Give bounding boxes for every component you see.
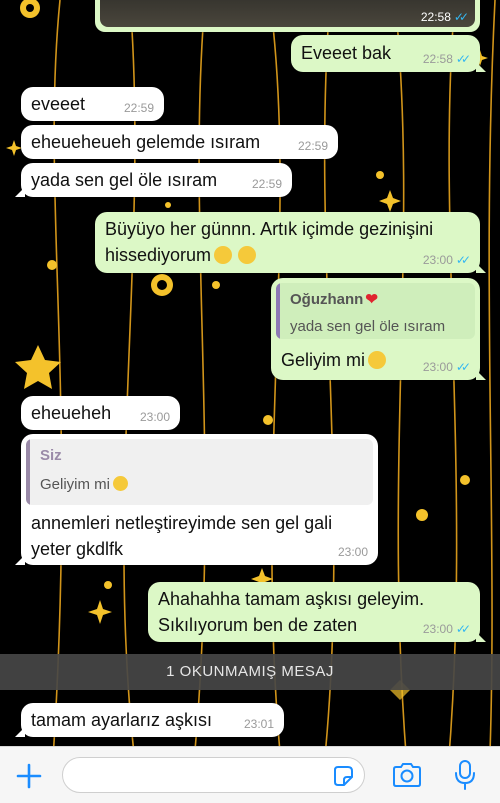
relieved-face-emoji [214, 246, 233, 264]
camera-icon[interactable] [390, 760, 424, 790]
message-meta: 22:58 ✓✓ [420, 10, 469, 24]
message-text: yada sen gel öle ısıram [31, 170, 218, 190]
message-text: Büyüyo her günnn. Artık içimde gezinişin… [105, 216, 433, 268]
quote-text: Geliyim mi [40, 476, 361, 493]
message-time: 22:59 [123, 101, 154, 115]
incoming-reply-message[interactable]: Siz Geliyim mi annemleri netleştireyimde… [15, 434, 378, 565]
message-time: 23:00 [337, 545, 368, 559]
image-thumbnail[interactable] [100, 0, 475, 27]
message-time: 23:00 [422, 253, 453, 267]
incoming-message[interactable]: eheueheh 23:00 [21, 396, 180, 430]
incoming-message[interactable]: eveeet 22:59 [21, 87, 164, 121]
message-time: 22:58 [420, 10, 451, 24]
quote-bar [276, 283, 280, 339]
incoming-message[interactable]: tamam ayarlarız aşkısı 23:01 [15, 703, 284, 737]
message-meta: 22:58 ✓✓ [422, 52, 471, 66]
message-time: 23:00 [422, 360, 453, 374]
message-meta: 23:00 ✓✓ [422, 622, 471, 636]
message-meta: 22:59 [252, 177, 282, 191]
microphone-icon[interactable] [450, 758, 480, 792]
slightly-frowning-face-emoji [113, 476, 128, 491]
message-meta: 23:00 ✓✓ [422, 253, 471, 267]
message-text: eheueheh [31, 403, 112, 423]
message-line: yeter gkdlfk [31, 539, 124, 559]
outgoing-message[interactable]: Ahahahha tamam aşkısı geleyim. Sıkılıyor… [148, 582, 486, 642]
quote-text: yada sen gel öle ısıram [290, 318, 446, 335]
message-time: 23:00 [422, 622, 453, 636]
message-meta: 23:00 [140, 410, 170, 424]
message-input[interactable] [62, 757, 365, 793]
message-line: Sıkılıyorum ben de zaten [158, 615, 358, 635]
message-time: 22:58 [422, 52, 453, 66]
message-text: Ahahahha tamam aşkısı geleyim. Sıkılıyor… [158, 586, 424, 638]
incoming-message[interactable]: yada sen gel öle ısıram 22:59 [15, 163, 292, 197]
message-line: Büyüyo her günnn. Artık içimde gezinişin… [105, 219, 434, 239]
message-meta: 23:01 [244, 717, 274, 731]
message-text: annemleri netleştireyimde sen gel gali y… [31, 510, 332, 562]
message-time: 23:00 [139, 410, 170, 424]
message-meta: 23:00 [338, 545, 368, 559]
read-receipt-icon: ✓✓ [455, 360, 471, 374]
outgoing-message[interactable]: Büyüyo her günnn. Artık içimde gezinişin… [95, 212, 486, 273]
message-line: hissediyorum [105, 245, 212, 265]
incoming-message[interactable]: eheueheueh gelemde ısıram 22:59 [21, 125, 338, 159]
slightly-frowning-face-emoji [368, 351, 386, 369]
quoted-message[interactable]: Oğuzhann ❤ yada sen gel öle ısıram [276, 283, 475, 339]
unread-messages-banner: 1 OKUNMAMIŞ MESAJ [0, 654, 500, 690]
message-line: annemleri netleştireyimde sen gel gali [31, 513, 333, 533]
quote-bar [26, 439, 30, 505]
message-time: 23:01 [243, 717, 274, 731]
outgoing-reply-message[interactable]: Oğuzhann ❤ yada sen gel öle ısıram Geliyi… [271, 278, 486, 380]
relieved-face-emoji [238, 246, 257, 264]
message-time: 22:59 [251, 177, 282, 191]
read-receipt-icon: ✓✓ [453, 10, 469, 24]
message-meta: 23:00 ✓✓ [422, 360, 471, 374]
quote-author: Siz [40, 447, 62, 464]
quoted-message[interactable]: Siz Geliyim mi [26, 439, 373, 505]
message-text: eheueheueh gelemde ısıram [31, 132, 261, 152]
quote-author: Oğuzhann ❤ [290, 291, 378, 308]
plus-icon[interactable] [14, 761, 44, 791]
outgoing-message[interactable]: Eveeet bak 22:58 ✓✓ [291, 35, 486, 72]
message-line: Ahahahha tamam aşkısı geleyim. [158, 589, 425, 609]
image-message[interactable]: 22:58 ✓✓ [95, 0, 480, 32]
message-line-with-emoji: hissediyorum [105, 242, 433, 268]
message-text: Geliyim mi [281, 349, 386, 371]
message-meta: 22:59 [298, 139, 328, 153]
message-input-bar [0, 746, 500, 803]
read-receipt-icon: ✓✓ [455, 622, 471, 636]
message-text: tamam ayarlarız aşkısı [31, 710, 213, 730]
red-heart-emoji: ❤ [365, 291, 378, 308]
message-time: 22:59 [297, 139, 328, 153]
message-meta: 22:59 [124, 101, 154, 115]
message-text: Eveeet bak [301, 43, 392, 63]
read-receipt-icon: ✓✓ [455, 253, 471, 267]
sticker-icon[interactable] [330, 763, 356, 789]
message-text: eveeet [31, 94, 86, 114]
read-receipt-icon: ✓✓ [455, 52, 471, 66]
